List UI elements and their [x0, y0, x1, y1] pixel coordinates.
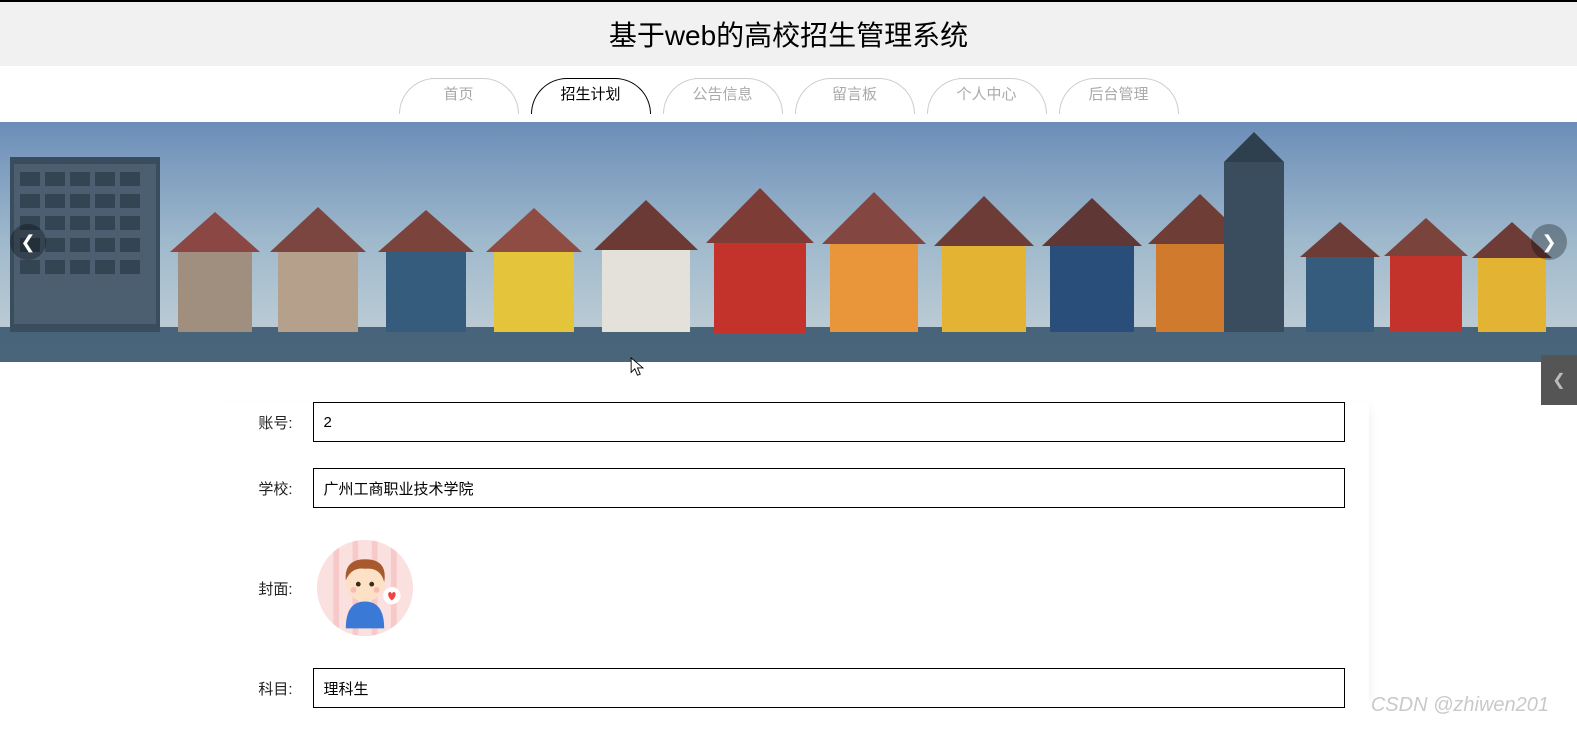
nav-item-home[interactable]: 首页 — [399, 78, 519, 114]
field-account: 账号: — [233, 402, 1345, 442]
nav-bar: 首页 招生计划 公告信息 留言板 个人中心 后台管理 — [0, 66, 1577, 122]
side-collapse-icon[interactable]: ❮ — [1541, 355, 1577, 405]
page-title: 基于web的高校招生管理系统 — [0, 0, 1577, 66]
input-school[interactable] — [313, 468, 1345, 508]
nav-item-message-board[interactable]: 留言板 — [795, 78, 915, 114]
field-cover: 封面: — [233, 538, 1345, 638]
nav-item-announcements[interactable]: 公告信息 — [663, 78, 783, 114]
detail-form: 账号: 学校: 封面: — [209, 402, 1369, 708]
nav-item-admin[interactable]: 后台管理 — [1059, 78, 1179, 114]
label-cover: 封面: — [233, 578, 313, 599]
input-subject[interactable] — [313, 668, 1345, 708]
field-subject: 科目: — [233, 668, 1345, 708]
input-account[interactable] — [313, 402, 1345, 442]
cover-avatar[interactable] — [317, 540, 413, 636]
banner-prev-icon[interactable]: ❮ — [10, 224, 46, 260]
label-account: 账号: — [233, 412, 313, 433]
label-subject: 科目: — [233, 678, 313, 699]
banner-image — [0, 122, 1577, 362]
nav-item-enrollment-plan[interactable]: 招生计划 — [531, 78, 651, 114]
watermark-text: CSDN @zhiwen201 — [1371, 694, 1549, 717]
banner-carousel: ❮ ❯ — [0, 122, 1577, 362]
label-school: 学校: — [233, 478, 313, 499]
banner-next-icon[interactable]: ❯ — [1531, 224, 1567, 260]
field-school: 学校: — [233, 468, 1345, 508]
nav-item-personal-center[interactable]: 个人中心 — [927, 78, 1047, 114]
